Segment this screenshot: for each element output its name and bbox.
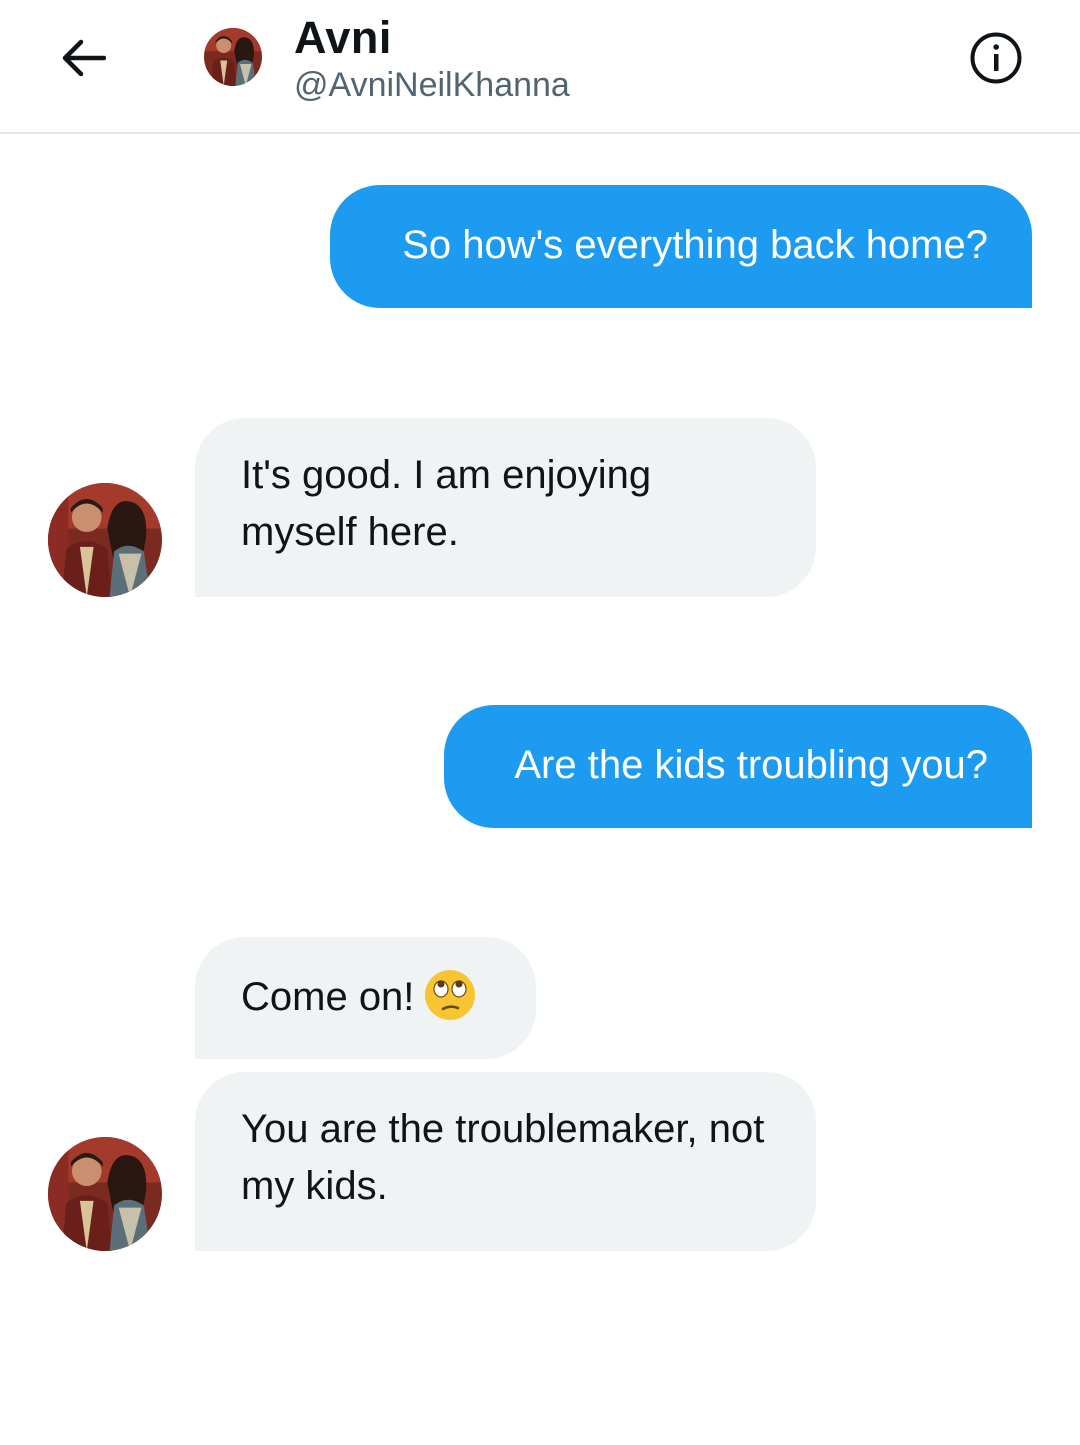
back-button[interactable]	[50, 30, 116, 86]
arrow-left-icon	[62, 39, 106, 77]
message-text: So how's everything back home?	[402, 223, 988, 267]
header-avatar[interactable]	[204, 28, 262, 86]
avatar-image	[204, 28, 262, 86]
sender-avatar[interactable]	[48, 483, 162, 597]
sender-avatar[interactable]	[48, 1137, 162, 1251]
avatar-image	[48, 1137, 162, 1251]
received-message-bubble[interactable]: Come on!	[195, 937, 536, 1059]
received-message-bubble[interactable]: It's good. I am enjoying myself here.	[195, 418, 816, 597]
info-icon	[970, 32, 1022, 84]
conversation-name[interactable]: Avni	[294, 12, 392, 64]
sent-message-bubble[interactable]: So how's everything back home?	[330, 185, 1032, 308]
message-text: It's good. I am enjoying myself here.	[241, 453, 652, 554]
conversation-header: Avni @AvniNeilKhanna	[0, 0, 1080, 134]
conversation-handle: @AvniNeilKhanna	[294, 66, 570, 104]
eye-roll-emoji-icon	[425, 970, 476, 1021]
sent-message-bubble[interactable]: Are the kids troubling you?	[444, 705, 1032, 828]
avatar-image	[48, 483, 162, 597]
message-text: You are the troublemaker, not my kids.	[241, 1107, 765, 1208]
info-button[interactable]	[968, 30, 1024, 86]
message-text: Come on!	[241, 975, 415, 1019]
message-text: Are the kids troubling you?	[514, 743, 988, 787]
received-message-bubble[interactable]: You are the troublemaker, not my kids.	[195, 1072, 816, 1251]
